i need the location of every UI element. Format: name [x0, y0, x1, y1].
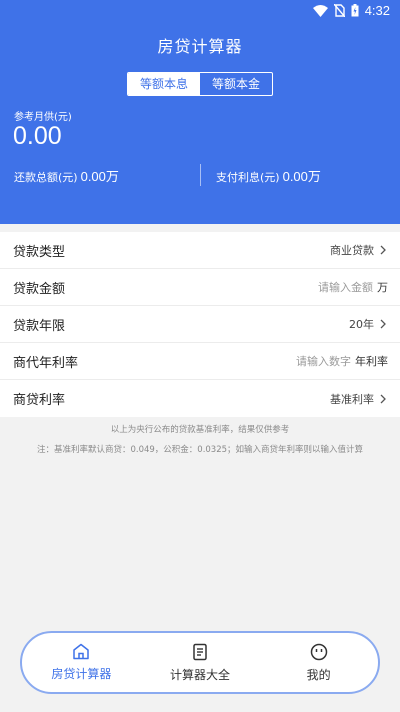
agency-rate-label: 商代年利率 — [13, 355, 79, 371]
commercial-rate-label: 商贷利率 — [13, 393, 66, 408]
no-sim-icon — [333, 4, 345, 17]
total-interest-label: 支付利息(元) — [216, 171, 280, 184]
monthly-payment-label: 参考月供(元) — [14, 112, 72, 123]
agency-rate-row: 商代年利率 请输入数字 年利率 — [0, 343, 400, 380]
nav-me[interactable]: 我的 — [259, 633, 378, 692]
loan-years-value: 20年 — [349, 318, 374, 331]
total-repayment-label: 还款总额(元) — [14, 171, 78, 184]
document-icon — [193, 643, 207, 660]
nav-calculator-collection-label: 计算器大全 — [170, 667, 231, 682]
total-repayment: 还款总额(元) 0.00万 — [14, 166, 119, 185]
home-icon — [73, 643, 90, 660]
chevron-right-icon — [380, 319, 386, 329]
tab-equal-installment[interactable]: 等额本息 — [128, 73, 200, 95]
loan-years-row[interactable]: 贷款年限 20年 — [0, 306, 400, 343]
header-panel: 4:32 房贷计算器 等额本息 等额本金 参考月供(元) 0.00 还款总额(元… — [0, 0, 400, 224]
total-repayment-value: 0.00万 — [80, 169, 119, 184]
wifi-icon — [312, 4, 328, 17]
chevron-right-icon — [380, 245, 386, 255]
disclaimer-note: 以上为央行公布的贷款基准利率，结果仅供参考 — [110, 425, 290, 435]
loan-amount-row: 贷款金额 请输入金额 万 — [0, 269, 400, 306]
agency-rate-input[interactable]: 请输入数字 — [296, 353, 351, 369]
nav-me-label: 我的 — [306, 667, 331, 682]
loan-type-value: 商业贷款 — [330, 244, 374, 257]
page-title: 房贷计算器 — [157, 37, 243, 56]
tab-equal-principal[interactable]: 等额本金 — [200, 73, 272, 95]
loan-years-label: 贷款年限 — [13, 318, 66, 334]
loan-amount-unit: 万 — [377, 281, 388, 294]
loan-type-row[interactable]: 贷款类型 商业贷款 — [0, 232, 400, 269]
repayment-method-toggle: 等额本息 等额本金 — [127, 72, 273, 96]
bottom-nav: 房贷计算器 计算器大全 我的 — [20, 631, 380, 694]
status-bar: 4:32 — [0, 0, 400, 24]
loan-amount-label: 贷款金额 — [13, 281, 66, 297]
smiley-icon — [310, 643, 327, 660]
nav-mortgage-calculator[interactable]: 房贷计算器 — [22, 633, 141, 692]
chevron-right-icon — [380, 394, 386, 403]
commercial-rate-value: 基准利率 — [330, 392, 374, 406]
loan-amount-input[interactable]: 请输入金额 — [318, 279, 373, 295]
commercial-rate-row[interactable]: 商贷利率 基准利率 — [0, 380, 400, 417]
rate-note: 注：基准利率默认商贷：0.049，公积金：0.0325；如输入商贷年利率则以输入… — [36, 445, 364, 455]
status-time: 4:32 — [364, 3, 390, 18]
monthly-payment-value: 0.00 — [13, 122, 62, 150]
total-interest: 支付利息(元) 0.00万 — [216, 166, 321, 185]
total-interest-value: 0.00万 — [282, 169, 321, 184]
loan-form: 贷款类型 商业贷款 贷款金额 请输入金额 万 贷款年限 20年 商代年利率 请输… — [0, 232, 400, 417]
summary-divider — [200, 164, 201, 186]
loan-type-label: 贷款类型 — [13, 244, 66, 260]
agency-rate-unit: 年利率 — [355, 355, 388, 368]
nav-calculator-collection[interactable]: 计算器大全 — [141, 633, 260, 692]
battery-icon — [351, 4, 359, 17]
nav-mortgage-calculator-label: 房贷计算器 — [51, 667, 112, 681]
